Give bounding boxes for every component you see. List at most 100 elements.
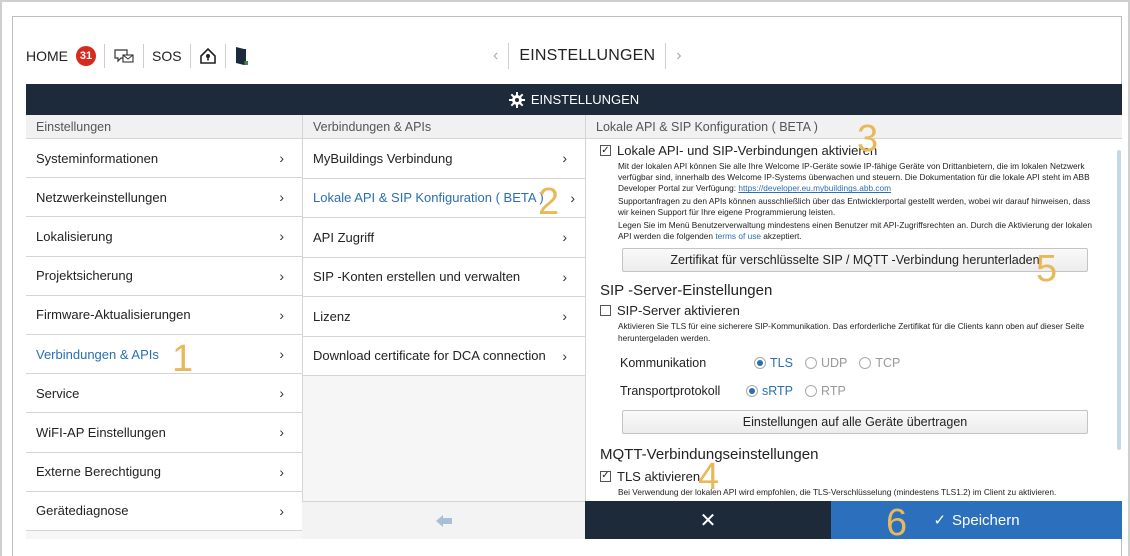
transport-label: Transportprotokoll [620, 383, 721, 398]
list-item-sip-konten[interactable]: SIP -Konten erstellen und verwalten › [303, 257, 585, 297]
list-item-service[interactable]: Service › [26, 374, 302, 414]
transport-row: Transportprotokoll sRTP RTP [600, 384, 1102, 398]
chevron-right-icon: › [279, 150, 284, 167]
cancel-button[interactable]: ✕ [585, 501, 831, 539]
chevron-left-icon[interactable]: ‹ [483, 47, 508, 65]
sip-heading: SIP -Server-Einstellungen [600, 282, 773, 300]
list-item-label: Lizenz [313, 308, 351, 324]
list-item-label: WiFI-AP Einstellungen [36, 424, 166, 440]
local-api-description: Mit der lokalen API können Sie alle Ihre… [600, 161, 1102, 195]
radio-label: sRTP [762, 383, 794, 398]
door-button[interactable] [226, 44, 256, 68]
radio-label: TCP [875, 355, 901, 370]
page-title: EINSTELLUNGEN [508, 43, 667, 69]
local-api-config-pane: Lokale API & SIP Konfiguration ( BETA ) … [585, 115, 1122, 539]
list-item-label: Gerätediagnose [36, 503, 129, 519]
top-bar: HOME 31 SOS ‹ EINSTELLUNGEN › [18, 38, 1118, 74]
list-item-label: Service [36, 385, 80, 401]
radio-udp[interactable]: UDP [804, 355, 848, 370]
list-item-label: SIP -Konten erstellen und verwalten [313, 269, 521, 285]
annotation-5: 5 [1036, 248, 1058, 290]
list-item-wifi-ap[interactable]: WiFI-AP Einstellungen › [26, 413, 302, 453]
radio-tls[interactable]: TLS [754, 356, 793, 370]
list-item-projektsicherung[interactable]: Projektsicherung › [26, 256, 302, 296]
annotation-1: 1 [172, 338, 194, 380]
chevron-right-icon: › [279, 502, 284, 519]
pane-heading: Einstellungen [26, 115, 302, 139]
list-item-mybuildings[interactable]: MyBuildings Verbindung › [303, 139, 585, 179]
chevron-right-icon: › [562, 347, 567, 364]
list-item-lizenz[interactable]: Lizenz › [303, 297, 585, 337]
list-item-label: Externe Berechtigung [36, 464, 162, 480]
sip-checkbox-label: SIP-Server aktivieren [617, 303, 740, 319]
description-text: Legen Sie im Menü Benutzerverwaltung min… [618, 220, 1092, 242]
chevron-right-icon: › [279, 189, 284, 206]
list-item-api-zugriff[interactable]: API Zugriff › [303, 218, 585, 258]
list-item-firmware[interactable]: Firmware-Aktualisierungen › [26, 295, 302, 335]
home-label: HOME [26, 48, 68, 64]
chevron-right-icon: › [279, 267, 284, 284]
house-alarm-button[interactable] [191, 44, 226, 68]
list-item-netzwerkeinstellungen[interactable]: Netzwerkeinstellungen › [26, 178, 302, 218]
chevron-right-icon: › [279, 385, 284, 402]
sos-button[interactable]: SOS [144, 44, 191, 68]
chevron-right-icon[interactable]: › [666, 47, 691, 65]
close-icon: ✕ [699, 509, 717, 532]
list-item-systeminformationen[interactable]: Systeminformationen › [26, 139, 302, 179]
back-button[interactable] [302, 501, 585, 539]
list-item-download-certificate[interactable]: Download certificate for DCA connection › [303, 336, 585, 376]
chevron-right-icon: › [570, 189, 575, 206]
apply-to-all-devices-button[interactable]: Einstellungen auf alle Geräte übertragen [622, 409, 1088, 434]
checkmark-icon: ✓ [933, 512, 947, 529]
chevron-right-icon: › [279, 346, 284, 363]
right-scrollbar[interactable] [1117, 150, 1121, 450]
gear-icon [508, 91, 525, 108]
list-item-label: API Zugriff [313, 229, 375, 245]
annotation-2: 2 [538, 181, 560, 223]
chevron-right-icon: › [279, 424, 284, 441]
developer-portal-link[interactable]: https://developer.eu.mybuildings.abb.com [738, 183, 891, 193]
chevron-right-icon: › [279, 306, 284, 323]
header-title: EINSTELLUNGEN [530, 92, 640, 107]
terms-of-use-link[interactable]: terms of use [715, 231, 761, 241]
list-item-lokalisierung[interactable]: Lokalisierung › [26, 217, 302, 257]
support-description: Supportanfragen zu den APIs können aussc… [618, 195, 1091, 217]
tls-checkbox[interactable]: ✓ [600, 470, 611, 482]
messages-button[interactable] [105, 44, 144, 68]
communication-label: Kommunikation [620, 355, 707, 370]
list-item-label: Lokalisierung [36, 228, 113, 244]
save-button[interactable]: ✓ Speichern [831, 501, 1122, 539]
radio-rtp[interactable]: RTP [805, 384, 846, 398]
chevron-right-icon: › [562, 308, 567, 325]
mqtt-description: Bei Verwendung der lokalen API wird empf… [618, 486, 1057, 497]
list-item-geraetediagnose[interactable]: Gerätediagnose › [26, 491, 302, 531]
tls-checkbox-label: TLS aktivieren [617, 468, 701, 484]
radio-tcp[interactable]: TCP [859, 356, 900, 370]
radio-dot [805, 384, 818, 397]
list-item-label: Firmware-Aktualisierungen [36, 307, 191, 323]
home-button[interactable]: HOME 31 [18, 44, 105, 68]
messages-icon [114, 49, 134, 63]
list-item-label: Netzwerkeinstellungen [36, 189, 167, 205]
user-description: Legen Sie im Menü Benutzerverwaltung min… [600, 220, 1102, 242]
radio-label: UDP [820, 355, 848, 370]
notification-badge[interactable]: 31 [76, 46, 96, 66]
tls-checkbox-row[interactable]: ✓ TLS aktivieren [600, 469, 1102, 484]
list-item-verbindungen-apis[interactable]: Verbindungen & APIs › [26, 334, 302, 375]
list-item-externe-berechtigung[interactable]: Externe Berechtigung › [26, 452, 302, 492]
local-api-checkbox-row[interactable]: ✓ Lokale API- und SIP-Verbindungen aktiv… [600, 143, 1102, 158]
list-item-label: Verbindungen & APIs [36, 346, 159, 362]
save-label: Speichern [952, 511, 1020, 529]
pane-heading: Lokale API & SIP Konfiguration ( BETA ) [586, 115, 1122, 139]
annotation-6: 6 [886, 502, 908, 544]
download-certificate-button[interactable]: Zertifikat für verschlüsselte SIP / MQTT… [622, 248, 1088, 273]
radio-dot [746, 384, 758, 397]
sip-server-checkbox[interactable] [600, 305, 611, 317]
chevron-right-icon: › [562, 229, 567, 246]
local-api-checkbox[interactable]: ✓ [600, 145, 611, 156]
sip-checkbox-row[interactable]: SIP-Server aktivieren [600, 303, 1102, 318]
radio-srtp[interactable]: sRTP [746, 384, 793, 398]
radio-label: TLS [770, 355, 793, 370]
back-arrow-icon [435, 514, 452, 527]
radio-dot [859, 356, 872, 369]
